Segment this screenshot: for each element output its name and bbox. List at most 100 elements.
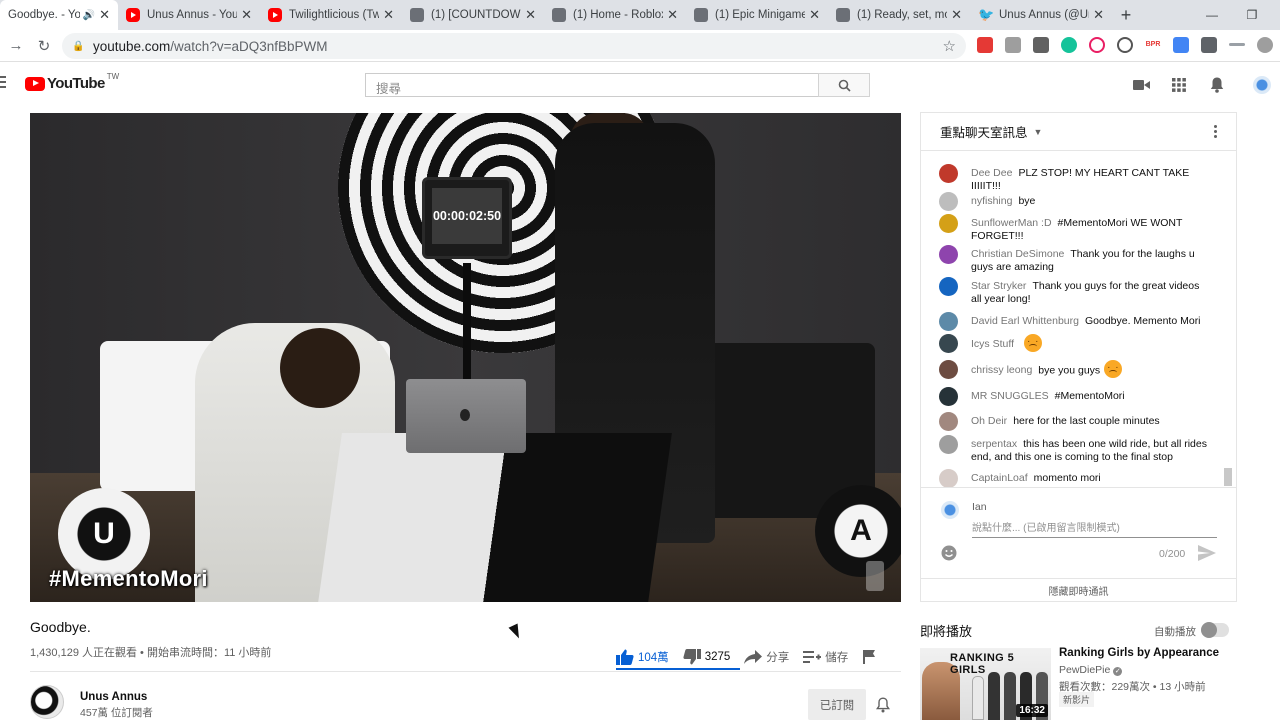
notifications-bell-icon[interactable] xyxy=(1208,76,1226,94)
flag-icon xyxy=(863,650,876,664)
address-bar[interactable]: 🔒 youtube.com/watch?v=aDQ3nfBbPWM ☆ xyxy=(62,33,966,59)
chat-message[interactable]: CaptainLoaf momento mori xyxy=(939,469,1229,487)
share-button[interactable]: 分享 xyxy=(744,649,789,665)
forward-icon[interactable]: → xyxy=(2,32,30,60)
like-count: 104萬 xyxy=(638,652,669,664)
chat-author-name[interactable]: MR SNUGGLES xyxy=(971,390,1049,402)
tab-countdown[interactable]: (1) [COUNTDOWN ✕ xyxy=(402,0,544,30)
tab-ready-set[interactable]: (1) Ready, set, mo ✕ xyxy=(828,0,970,30)
close-icon[interactable]: ✕ xyxy=(951,7,962,23)
chat-author-name[interactable]: David Earl Whittenburg xyxy=(971,315,1079,327)
emoji-icon[interactable] xyxy=(941,545,957,566)
chat-author-name[interactable]: chrissy leong xyxy=(971,364,1032,376)
youtube-logo[interactable]: YouTube TW xyxy=(25,72,119,92)
tab-twitter[interactable]: 🐦 Unus Annus (@Un ✕ xyxy=(970,0,1112,30)
extension-icon[interactable] xyxy=(977,37,993,53)
bookmark-star-icon[interactable]: ☆ xyxy=(943,37,956,55)
extension-icon[interactable] xyxy=(1117,37,1133,53)
send-icon[interactable] xyxy=(1198,545,1216,566)
tab-twilightlicious[interactable]: Twilightlicious (Tw ✕ xyxy=(260,0,402,30)
grammarly-icon[interactable] xyxy=(1061,37,1077,53)
chat-message[interactable]: serpentax this has been one wild ride, bu… xyxy=(939,435,1229,464)
translate-icon[interactable] xyxy=(1173,37,1189,53)
chat-author-name[interactable]: serpentax xyxy=(971,438,1017,450)
recommended-title[interactable]: Ranking Girls by Appearance xyxy=(1059,647,1219,659)
close-icon[interactable]: ✕ xyxy=(99,7,110,23)
chat-author-name[interactable]: CaptainLoaf xyxy=(971,472,1028,484)
hide-chat-button[interactable]: 隱藏即時通訊 xyxy=(921,578,1236,602)
chat-author-name[interactable]: Christian DeSimone xyxy=(971,248,1064,260)
extension-icon[interactable] xyxy=(1033,37,1049,53)
sad-face-emoji-icon xyxy=(1024,334,1042,352)
user-name: Ian xyxy=(972,501,987,513)
chat-message[interactable]: SunflowerMan :D #MementoMori WE WONT FORG… xyxy=(939,214,1229,243)
chat-message[interactable]: MR SNUGGLES #MementoMori xyxy=(939,387,1229,406)
person-hair xyxy=(280,328,360,408)
chat-message[interactable]: Christian DeSimone Thank you for the laug… xyxy=(939,245,1229,274)
autoplay-toggle[interactable] xyxy=(1201,622,1229,638)
subscribed-button[interactable]: 已訂閱 xyxy=(808,689,866,720)
create-video-icon[interactable] xyxy=(1132,76,1150,94)
search-input[interactable]: 搜尋 xyxy=(365,73,819,97)
reload-icon[interactable]: ↻ xyxy=(30,32,58,60)
close-icon[interactable]: ✕ xyxy=(383,7,394,23)
chevron-down-icon[interactable]: ▼ xyxy=(1034,127,1043,137)
apps-grid-icon[interactable] xyxy=(1170,76,1188,94)
notification-bell-icon[interactable] xyxy=(875,697,891,718)
recommended-channel[interactable]: PewDiePie ✓ xyxy=(1059,664,1123,676)
speaker-icon[interactable]: 🔊 xyxy=(83,10,95,21)
search-icon xyxy=(838,79,851,92)
chat-message-list[interactable]: Dee Dee PLZ STOP! MY HEART CANT TAKE IIII… xyxy=(921,151,1236,487)
logo-text: YouTube xyxy=(47,75,105,92)
channel-avatar[interactable] xyxy=(30,685,64,719)
more-options-icon[interactable] xyxy=(1214,125,1218,140)
chat-message[interactable]: chrissy leong bye you guys xyxy=(939,360,1229,379)
close-icon[interactable]: ✕ xyxy=(241,7,252,23)
extension-icon[interactable]: BPR xyxy=(1145,37,1161,53)
menu-icon[interactable] xyxy=(0,76,6,90)
extension-icon[interactable] xyxy=(1005,37,1021,53)
chat-scrollbar-thumb[interactable] xyxy=(1224,468,1232,486)
chat-author-name[interactable]: SunflowerMan :D xyxy=(971,217,1052,229)
video-thumbnail[interactable]: RANKING 5 GIRLS 16:32 xyxy=(920,648,1051,720)
tab-epic-minigames[interactable]: (1) Epic Minigame ✕ xyxy=(686,0,828,30)
close-icon[interactable]: ✕ xyxy=(809,7,820,23)
chat-mode-dropdown[interactable]: 重點聊天室訊息 xyxy=(940,122,1028,141)
channel-name[interactable]: Unus Annus xyxy=(80,691,147,703)
like-button[interactable]: 104萬 xyxy=(616,649,669,665)
dislike-button[interactable]: 3275 xyxy=(683,649,730,665)
chat-message[interactable]: Star Stryker Thank you guys for the great… xyxy=(939,277,1229,306)
report-button[interactable] xyxy=(862,650,880,664)
video-player[interactable]: 00:00:02:50 U A #MementoMori xyxy=(30,113,901,602)
channel-watermark[interactable] xyxy=(866,561,884,591)
chat-input[interactable]: 說點什麼... (已啟用留言限制模式) xyxy=(972,519,1217,538)
chat-message-body: serpentax this has been one wild ride, bu… xyxy=(971,438,1211,464)
chat-author-name[interactable]: Oh Deir xyxy=(971,415,1007,427)
maximize-button[interactable]: ❐ xyxy=(1232,0,1272,30)
close-icon[interactable]: ✕ xyxy=(1093,7,1104,23)
chat-message[interactable]: David Earl Whittenburg Goodbye. Memento M… xyxy=(939,312,1229,331)
chat-author-name[interactable]: nyfishing xyxy=(971,195,1012,207)
chat-author-name[interactable]: Dee Dee xyxy=(971,167,1012,179)
tab-roblox-home[interactable]: (1) Home - Roblox ✕ xyxy=(544,0,686,30)
tab-unus-annus[interactable]: Unus Annus - You ✕ xyxy=(118,0,260,30)
new-tab-button[interactable]: + xyxy=(1112,0,1140,30)
tab-goodbye[interactable]: Goodbye. - You 🔊 ✕ xyxy=(0,0,118,30)
chat-author-name[interactable]: Icys Stuff xyxy=(971,338,1014,350)
close-icon[interactable]: ✕ xyxy=(525,7,536,23)
extensions-puzzle-icon[interactable] xyxy=(1201,37,1217,53)
extension-icon[interactable] xyxy=(1089,37,1105,53)
chat-message[interactable]: nyfishing bye xyxy=(939,192,1229,211)
media-queue-icon[interactable] xyxy=(1229,43,1245,46)
chat-message[interactable]: Oh Deir here for the last couple minutes xyxy=(939,412,1229,431)
chat-message[interactable]: Dee Dee PLZ STOP! MY HEART CANT TAKE IIII… xyxy=(939,164,1229,193)
account-avatar[interactable] xyxy=(1253,76,1271,94)
minimize-button[interactable]: — xyxy=(1192,0,1232,30)
close-icon[interactable]: ✕ xyxy=(667,7,678,23)
save-button[interactable]: 儲存 xyxy=(803,649,848,665)
search-button[interactable] xyxy=(818,73,870,97)
profile-avatar[interactable] xyxy=(1257,37,1273,53)
chat-scrollbar[interactable] xyxy=(1223,151,1233,487)
chat-message[interactable]: Icys Stuff xyxy=(939,334,1229,353)
chat-author-name[interactable]: Star Stryker xyxy=(971,280,1026,292)
